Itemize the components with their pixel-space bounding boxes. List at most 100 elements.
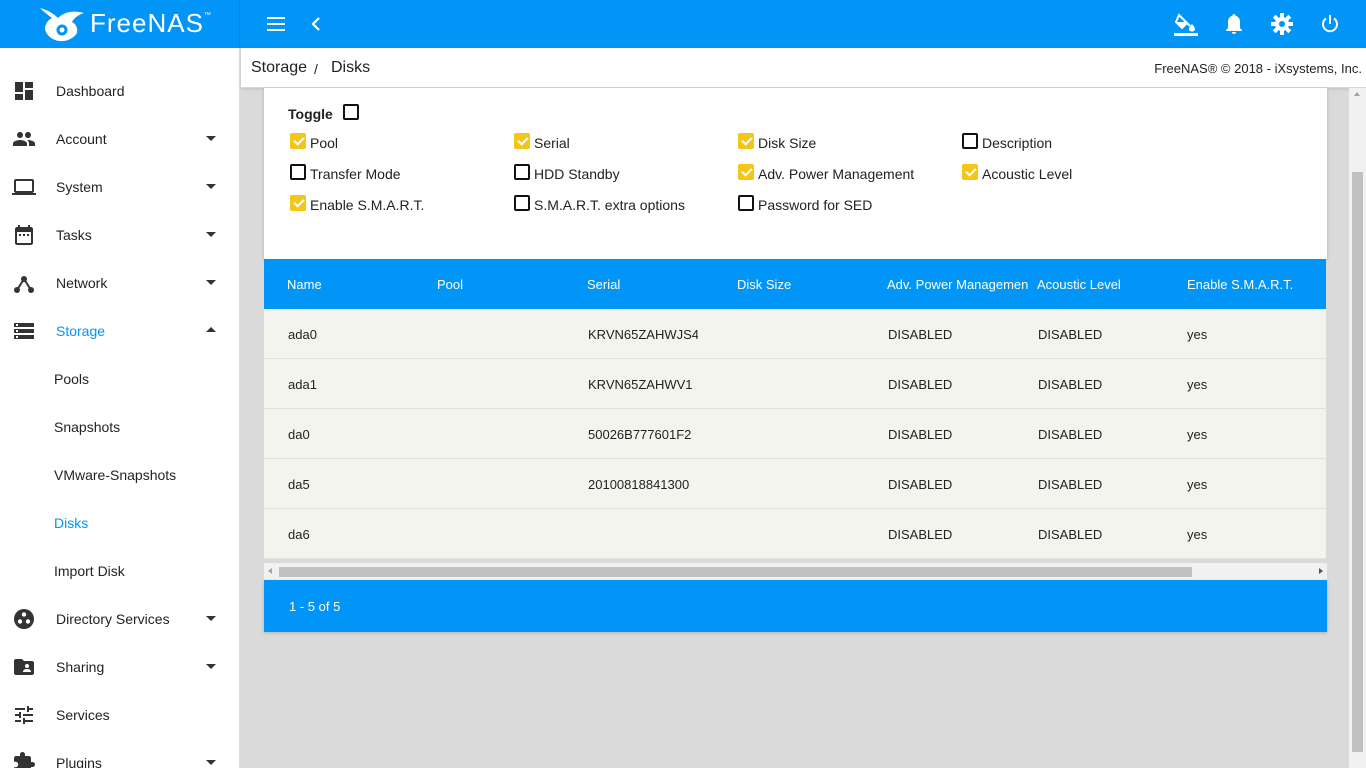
checkbox-hdd-standby[interactable] [514,164,530,180]
sidebar-item-account[interactable]: Account [0,115,239,163]
menu-toggle-button[interactable] [264,12,288,36]
scrollbar-thumb[interactable] [279,567,1192,577]
sidebar-item-label: Storage [56,323,106,339]
breadcrumb-storage[interactable]: Storage [251,59,307,77]
settings-button[interactable] [1270,12,1294,36]
checkbox-label: Serial [534,135,570,151]
cell-enable-smart: yes [1187,477,1208,492]
page-vertical-scrollbar[interactable] [1349,88,1366,768]
scroll-up-icon[interactable] [1354,92,1360,96]
caret-down-icon [206,280,216,285]
sidebar-subitem-disks[interactable]: Disks [0,499,239,547]
column-header-pool[interactable]: Pool [437,277,577,292]
sidebar-item-label: Services [56,707,110,723]
table-row[interactable]: da5 20100818841300 DISABLED DISABLED yes [264,459,1326,509]
caret-down-icon [206,760,216,765]
cell-name: ada0 [288,327,317,342]
sidebar-subitem-import-disk[interactable]: Import Disk [0,547,239,595]
table-row[interactable]: ada1 KRVN65ZAHWV1 DISABLED DISABLED yes [264,359,1326,409]
caret-up-icon [206,327,216,332]
table-horizontal-scrollbar[interactable] [264,563,1327,580]
cell-name: ada1 [288,377,317,392]
cell-acoustic-level: DISABLED [1038,377,1103,392]
sidebar-item-plugins[interactable]: Plugins [0,739,239,768]
toggle-all-checkbox[interactable] [343,104,359,120]
column-header-adv-power-management[interactable]: Adv. Power Management [887,277,1028,292]
checkbox-label: Pool [310,135,339,151]
checkbox-smart-extra-options[interactable] [514,195,530,211]
theme-button[interactable] [1174,12,1198,36]
sidebar-item-tasks[interactable]: Tasks [0,211,239,259]
sidebar-item-services[interactable]: Services [0,691,239,739]
checkbox-label: Adv. Power Management [758,166,915,182]
network-icon [14,276,34,293]
sidebar-subitem-label: Pools [54,371,90,387]
puzzle-icon [14,752,35,768]
menu-icon [267,17,285,31]
logo-area[interactable]: FreeNAS™ [0,0,240,48]
scroll-left-icon[interactable] [268,568,272,574]
cell-acoustic-level: DISABLED [1038,427,1103,442]
cell-adv-power-management: DISABLED [888,377,953,392]
cell-enable-smart: yes [1187,327,1208,342]
caret-down-icon [206,184,216,189]
breadcrumb-separator: / [314,61,318,77]
column-header-disk-size[interactable]: Disk Size [737,277,877,292]
sidebar-item-sharing[interactable]: Sharing [0,643,239,691]
table-row[interactable]: ada0 KRVN65ZAHWJS4 DISABLED DISABLED yes [264,309,1326,359]
column-header-serial[interactable]: Serial [587,277,727,292]
sidebar-subitem-vmware-snapshots[interactable]: VMware-Snapshots [0,451,239,499]
sidebar-subitem-label: Snapshots [54,419,121,435]
checkbox-serial[interactable] [514,133,530,149]
checkbox-password-for-sed[interactable] [738,195,754,211]
sidebar-item-label: Account [56,131,107,147]
cell-serial: 50026B777601F2 [588,427,692,442]
checkbox-description[interactable] [962,133,978,149]
bell-icon [1226,14,1242,34]
checkbox-enable-smart[interactable] [290,195,306,211]
column-header-name[interactable]: Name [287,277,427,292]
column-header-enable-smart[interactable]: Enable S.M.A.R.T. [1187,277,1326,292]
sidebar-subitem-label: Disks [54,515,89,531]
notifications-button[interactable] [1222,12,1246,36]
caret-down-icon [206,664,216,669]
caret-down-icon [206,232,216,237]
table-row[interactable]: da6 DISABLED DISABLED yes [264,509,1326,559]
sidebar-subitem-pools[interactable]: Pools [0,355,239,403]
checkbox-adv-power-management[interactable] [738,164,754,180]
checkbox-label: Description [982,135,1053,151]
cell-name: da5 [288,477,310,492]
sidebar-item-label: Plugins [56,755,102,768]
sidebar: Dashboard Account System Tasks Network S… [0,48,240,768]
sidebar-item-directory-services[interactable]: Directory Services [0,595,239,643]
folder-share-icon [14,659,34,675]
sidebar-item-storage[interactable]: Storage [0,307,239,355]
cell-enable-smart: yes [1187,427,1208,442]
checkbox-disk-size[interactable] [738,133,754,149]
caret-down-icon [206,616,216,621]
breadcrumb-current: Disks [331,59,371,76]
sidebar-item-dashboard[interactable]: Dashboard [0,67,239,115]
cell-adv-power-management: DISABLED [888,427,953,442]
sidebar-item-network[interactable]: Network [0,259,239,307]
laptop-icon [12,179,36,195]
checkbox-transfer-mode[interactable] [290,164,306,180]
cell-adv-power-management: DISABLED [888,327,953,342]
copyright-text: FreeNAS® © 2018 - iXsystems, Inc. [1154,61,1362,76]
scrollbar-thumb[interactable] [1352,172,1363,752]
people-icon [13,132,35,146]
checkbox-acoustic-level[interactable] [962,164,978,180]
scroll-right-icon[interactable] [1319,568,1323,574]
back-button[interactable] [304,12,328,36]
column-header-acoustic-level[interactable]: Acoustic Level [1037,277,1177,292]
power-button[interactable] [1318,12,1342,36]
cell-adv-power-management: DISABLED [888,527,953,542]
breadcrumb-bar: Storage / Disks FreeNAS® © 2018 - iXsyst… [241,48,1366,88]
caret-down-icon [206,136,216,141]
sidebar-item-system[interactable]: System [0,163,239,211]
sidebar-subitem-snapshots[interactable]: Snapshots [0,403,239,451]
freenas-logo-icon [40,8,84,42]
cell-name: da0 [288,427,310,442]
checkbox-pool[interactable] [290,133,306,149]
table-row[interactable]: da0 50026B777601F2 DISABLED DISABLED yes [264,409,1326,459]
